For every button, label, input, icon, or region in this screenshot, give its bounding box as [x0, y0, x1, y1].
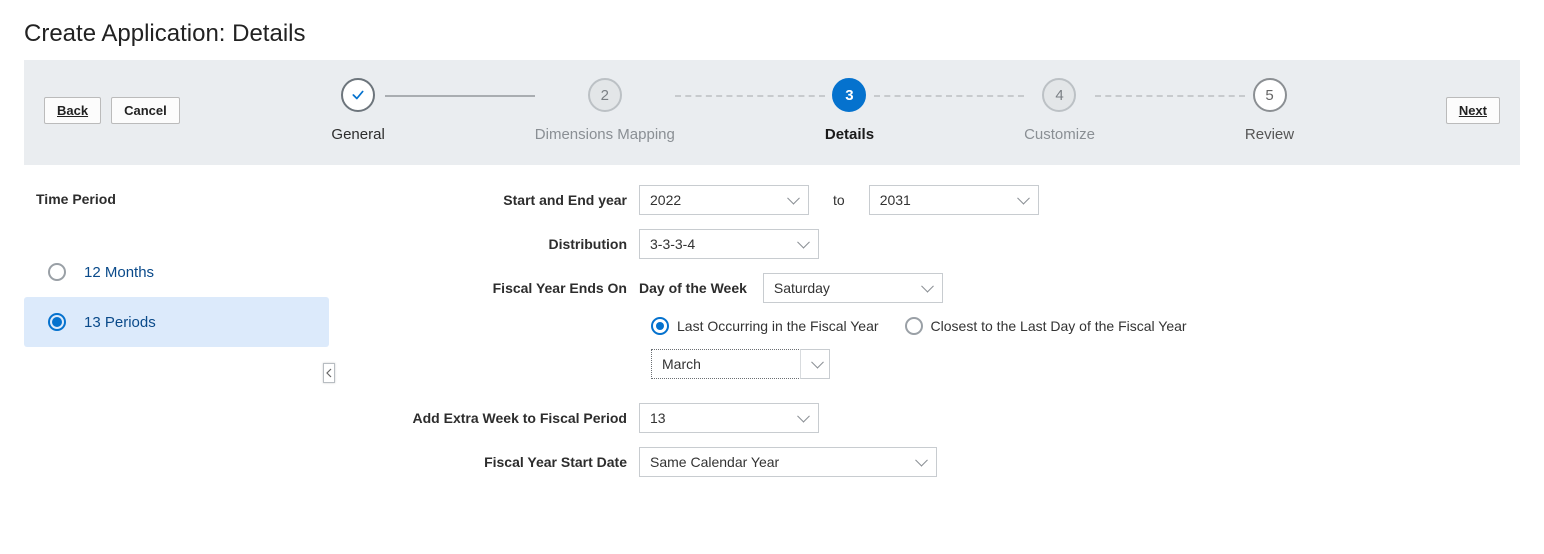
- step-circle-4: 4: [1042, 78, 1076, 112]
- step-connector-1: [385, 95, 535, 97]
- form-column: Start and End year 2022 to 2031 Distribu…: [329, 185, 1520, 491]
- step-customize[interactable]: 4 Customize: [1024, 78, 1095, 143]
- step-general[interactable]: General: [331, 78, 384, 143]
- fye-month-value: March: [662, 356, 701, 372]
- collapse-panel-handle[interactable]: [323, 363, 335, 383]
- step-circle-2: 2: [588, 78, 622, 112]
- step-dimensions[interactable]: 2 Dimensions Mapping: [535, 78, 675, 143]
- step-circle-1: [341, 78, 375, 112]
- next-button[interactable]: Next: [1446, 97, 1500, 124]
- step-connector-2: [675, 95, 825, 97]
- row-start-end-year: Start and End year 2022 to 2031: [409, 185, 1520, 215]
- wizard-left-buttons: Back Cancel: [44, 97, 180, 124]
- period-option-label: 13 Periods: [84, 314, 156, 331]
- time-period-options: 12 Months 13 Periods: [24, 247, 329, 347]
- step-label-5: Review: [1245, 126, 1294, 143]
- wizard-bar: Back Cancel General 2 Dimensions Mapping…: [24, 60, 1520, 165]
- step-connector-4: [1095, 95, 1245, 97]
- radio-icon: [48, 313, 66, 331]
- step-circle-5: 5: [1253, 78, 1287, 112]
- label-fiscal-year-ends-on: Fiscal Year Ends On: [409, 280, 639, 296]
- section-heading-time-period: Time Period: [36, 191, 329, 207]
- fye-option-closest[interactable]: Closest to the Last Day of the Fiscal Ye…: [905, 317, 1187, 335]
- step-review[interactable]: 5 Review: [1245, 78, 1294, 143]
- chevron-down-icon: [800, 349, 830, 379]
- fye-option-last-label: Last Occurring in the Fiscal Year: [677, 318, 879, 334]
- step-details[interactable]: 3 Details: [825, 78, 874, 143]
- wizard-right-buttons: Next: [1446, 97, 1500, 124]
- start-year-value: 2022: [650, 192, 681, 208]
- row-fye-month: March: [651, 349, 1520, 379]
- fye-option-last[interactable]: Last Occurring in the Fiscal Year: [651, 317, 879, 335]
- step-label-2: Dimensions Mapping: [535, 126, 675, 143]
- day-of-week-value: Saturday: [774, 280, 830, 296]
- extra-week-value: 13: [650, 410, 666, 426]
- end-year-select[interactable]: 2031: [869, 185, 1039, 215]
- page-title: Create Application: Details: [24, 20, 1544, 48]
- label-day-of-week: Day of the Week: [639, 280, 747, 296]
- step-label-1: General: [331, 126, 384, 143]
- row-distribution: Distribution 3-3-3-4: [409, 229, 1520, 259]
- step-label-3: Details: [825, 126, 874, 143]
- fiscal-year-start-value: Same Calendar Year: [650, 454, 779, 470]
- day-of-week-select[interactable]: Saturday: [763, 273, 943, 303]
- next-label: Next: [1459, 103, 1487, 118]
- period-option-12-months[interactable]: 12 Months: [24, 247, 329, 297]
- period-option-label: 12 Months: [84, 264, 154, 281]
- label-distribution: Distribution: [409, 236, 639, 252]
- radio-icon: [905, 317, 923, 335]
- cancel-button[interactable]: Cancel: [111, 97, 180, 124]
- fiscal-year-start-select[interactable]: Same Calendar Year: [639, 447, 937, 477]
- content-area: Time Period 12 Months 13 Periods Start a…: [0, 165, 1544, 491]
- row-fiscal-year-start: Fiscal Year Start Date Same Calendar Yea…: [409, 447, 1520, 477]
- back-label: Back: [57, 103, 88, 118]
- cancel-label: Cancel: [124, 103, 167, 118]
- side-column: Time Period 12 Months 13 Periods: [24, 185, 329, 491]
- end-year-value: 2031: [880, 192, 911, 208]
- fye-option-closest-label: Closest to the Last Day of the Fiscal Ye…: [931, 318, 1187, 334]
- label-fiscal-year-start: Fiscal Year Start Date: [409, 454, 639, 470]
- distribution-select[interactable]: 3-3-3-4: [639, 229, 819, 259]
- step-connector-3: [874, 95, 1024, 97]
- radio-icon: [651, 317, 669, 335]
- period-option-13-periods[interactable]: 13 Periods: [24, 297, 329, 347]
- row-fiscal-year-ends-on: Fiscal Year Ends On Day of the Week Satu…: [409, 273, 1520, 303]
- to-text: to: [833, 192, 845, 208]
- fye-month-select[interactable]: March: [651, 349, 801, 379]
- label-extra-week: Add Extra Week to Fiscal Period: [409, 410, 639, 426]
- label-start-end-year: Start and End year: [409, 192, 639, 208]
- row-extra-week: Add Extra Week to Fiscal Period 13: [409, 403, 1520, 433]
- radio-icon: [48, 263, 66, 281]
- extra-week-select[interactable]: 13: [639, 403, 819, 433]
- back-button[interactable]: Back: [44, 97, 101, 124]
- row-fye-options: Last Occurring in the Fiscal Year Closes…: [651, 317, 1520, 335]
- start-year-select[interactable]: 2022: [639, 185, 809, 215]
- check-icon: [349, 88, 367, 102]
- step-label-4: Customize: [1024, 126, 1095, 143]
- distribution-value: 3-3-3-4: [650, 236, 695, 252]
- wizard-steps: General 2 Dimensions Mapping 3 Details 4…: [220, 78, 1406, 143]
- step-circle-3: 3: [832, 78, 866, 112]
- chevron-left-icon: [326, 368, 332, 378]
